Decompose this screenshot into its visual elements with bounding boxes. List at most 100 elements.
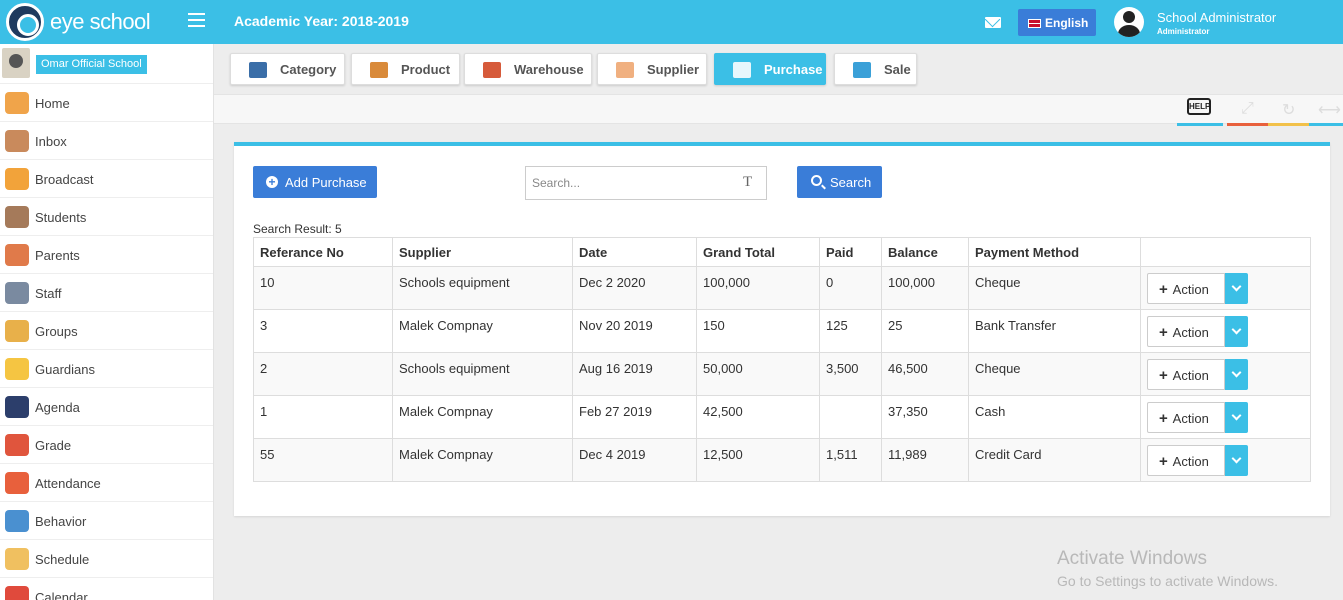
tab-sale[interactable]: Sale bbox=[834, 53, 917, 85]
action-dropdown-chevron-icon[interactable] bbox=[1225, 359, 1248, 390]
tab-warehouse[interactable]: Warehouse bbox=[464, 53, 592, 85]
column-header[interactable]: Paid bbox=[819, 237, 882, 267]
cell-date: Dec 4 2019 bbox=[572, 438, 697, 482]
language-button[interactable]: English bbox=[1018, 9, 1096, 36]
cell-ref[interactable]: 3 bbox=[253, 309, 393, 353]
sidebar-item-label: Guardians bbox=[35, 362, 95, 377]
cell-action: + Action bbox=[1140, 438, 1311, 482]
width-tool-bar bbox=[1309, 123, 1343, 126]
tab-label: Purchase bbox=[764, 62, 823, 77]
cell-balance: 11,989 bbox=[881, 438, 969, 482]
tab-label: Warehouse bbox=[514, 62, 584, 77]
action-dropdown-chevron-icon[interactable] bbox=[1225, 316, 1248, 347]
user-name[interactable]: School Administrator bbox=[1157, 10, 1276, 25]
cell-balance: 46,500 bbox=[881, 352, 969, 396]
action-button[interactable]: + Action bbox=[1147, 402, 1225, 433]
cell-ref[interactable]: 1 bbox=[253, 395, 393, 439]
tab-purchase[interactable]: Purchase bbox=[714, 53, 826, 85]
product-icon bbox=[370, 62, 388, 78]
column-header[interactable]: Balance bbox=[881, 237, 969, 267]
action-button[interactable]: + Action bbox=[1147, 445, 1225, 476]
sidebar-item-agenda[interactable]: Agenda bbox=[0, 388, 213, 426]
sidebar-item-label: Home bbox=[35, 96, 70, 111]
cell-method: Cheque bbox=[968, 352, 1141, 396]
user-avatar[interactable] bbox=[1114, 7, 1144, 37]
cell-total: 150 bbox=[696, 309, 820, 353]
width-tool[interactable]: ⟷ bbox=[1309, 96, 1343, 126]
expand-tool[interactable]: ⤢ bbox=[1227, 96, 1273, 126]
search-icon bbox=[811, 175, 822, 186]
home-icon bbox=[5, 92, 29, 114]
cell-method: Cash bbox=[968, 395, 1141, 439]
sidebar-item-staff[interactable]: Staff bbox=[0, 274, 213, 312]
sidebar-item-broadcast[interactable]: Broadcast bbox=[0, 160, 213, 198]
cell-action: + Action bbox=[1140, 395, 1311, 439]
column-header[interactable]: Grand Total bbox=[696, 237, 820, 267]
table-row: 10 Schools equipment Dec 2 2020 100,000 0 100… bbox=[253, 266, 1311, 310]
activate-windows-title: Activate Windows bbox=[1057, 548, 1207, 569]
action-button[interactable]: + Action bbox=[1147, 359, 1225, 390]
sidebar-item-schedule[interactable]: Schedule bbox=[0, 540, 213, 578]
help-tool[interactable]: HELP bbox=[1177, 96, 1223, 126]
sidebar-item-grade[interactable]: Grade bbox=[0, 426, 213, 464]
sidebar-item-behavior[interactable]: Behavior bbox=[0, 502, 213, 540]
table-row: 2 Schools equipment Aug 16 2019 50,000 3,500… bbox=[253, 352, 1311, 396]
sidebar-item-groups[interactable]: Groups bbox=[0, 312, 213, 350]
mail-icon[interactable] bbox=[985, 17, 1001, 28]
activate-windows-subtitle: Go to Settings to activate Windows. bbox=[1057, 573, 1278, 589]
sidebar-item-label: Parents bbox=[35, 248, 80, 263]
cell-paid: 1,511 bbox=[819, 438, 882, 482]
sidebar-item-label: Agenda bbox=[35, 400, 80, 415]
sidebar-item-students[interactable]: Students bbox=[0, 198, 213, 236]
cell-balance: 100,000 bbox=[881, 266, 969, 310]
search-button[interactable]: Search bbox=[797, 166, 882, 198]
refresh-tool[interactable]: ↻ bbox=[1268, 96, 1314, 126]
column-header[interactable]: Payment Method bbox=[968, 237, 1141, 267]
cell-ref[interactable]: 10 bbox=[253, 266, 393, 310]
inbox-icon bbox=[5, 130, 29, 152]
table-row: 3 Malek Compnay Nov 20 2019 150 125 25 Bank Tr… bbox=[253, 309, 1311, 353]
search-result-count: Search Result: 5 bbox=[253, 222, 342, 236]
help-tool-bar bbox=[1177, 123, 1223, 126]
school-name[interactable]: Omar Official School bbox=[36, 55, 147, 74]
sidebar-item-calendar[interactable]: Calendar bbox=[0, 578, 213, 600]
action-button[interactable]: + Action bbox=[1147, 273, 1225, 304]
tab-label: Product bbox=[401, 62, 451, 77]
tab-product[interactable]: Product bbox=[351, 53, 460, 85]
action-group: + Action bbox=[1147, 445, 1248, 476]
sidebar-item-label: Broadcast bbox=[35, 172, 94, 187]
action-dropdown-chevron-icon[interactable] bbox=[1225, 445, 1248, 476]
action-button[interactable]: + Action bbox=[1147, 316, 1225, 347]
cell-ref[interactable]: 2 bbox=[253, 352, 393, 396]
cell-action: + Action bbox=[1140, 266, 1311, 310]
sidebar-item-parents[interactable]: Parents bbox=[0, 236, 213, 274]
cell-supplier: Schools equipment bbox=[392, 266, 573, 310]
groups-icon bbox=[5, 320, 29, 342]
warehouse-icon bbox=[483, 62, 501, 78]
cell-ref[interactable]: 55 bbox=[253, 438, 393, 482]
action-dropdown-chevron-icon[interactable] bbox=[1225, 402, 1248, 433]
attendance-icon bbox=[5, 472, 29, 494]
search-input[interactable] bbox=[525, 166, 767, 200]
column-header[interactable]: Supplier bbox=[392, 237, 573, 267]
sidebar-item-inbox[interactable]: Inbox bbox=[0, 122, 213, 160]
plus-icon: + bbox=[1159, 453, 1168, 470]
brand-name: eye school bbox=[50, 9, 151, 34]
staff-icon bbox=[5, 282, 29, 304]
eye-logo-icon[interactable] bbox=[6, 3, 44, 41]
sidebar-item-label: Groups bbox=[35, 324, 78, 339]
menu-toggle-icon[interactable] bbox=[188, 13, 205, 27]
column-header[interactable]: Date bbox=[572, 237, 697, 267]
plus-icon: + bbox=[1159, 324, 1168, 341]
sidebar-item-attendance[interactable]: Attendance bbox=[0, 464, 213, 502]
sidebar-item-guardians[interactable]: Guardians bbox=[0, 350, 213, 388]
column-header[interactable]: Referance No bbox=[253, 237, 393, 267]
sidebar-item-home[interactable]: Home bbox=[0, 84, 213, 122]
action-dropdown-chevron-icon[interactable] bbox=[1225, 273, 1248, 304]
cell-total: 12,500 bbox=[696, 438, 820, 482]
action-group: + Action bbox=[1147, 273, 1248, 304]
table-row: 55 Malek Compnay Dec 4 2019 12,500 1,511 11,9… bbox=[253, 438, 1311, 482]
tab-category[interactable]: Category bbox=[230, 53, 345, 85]
add-purchase-button[interactable]: + Add Purchase bbox=[253, 166, 377, 198]
tab-supplier[interactable]: Supplier bbox=[597, 53, 707, 85]
